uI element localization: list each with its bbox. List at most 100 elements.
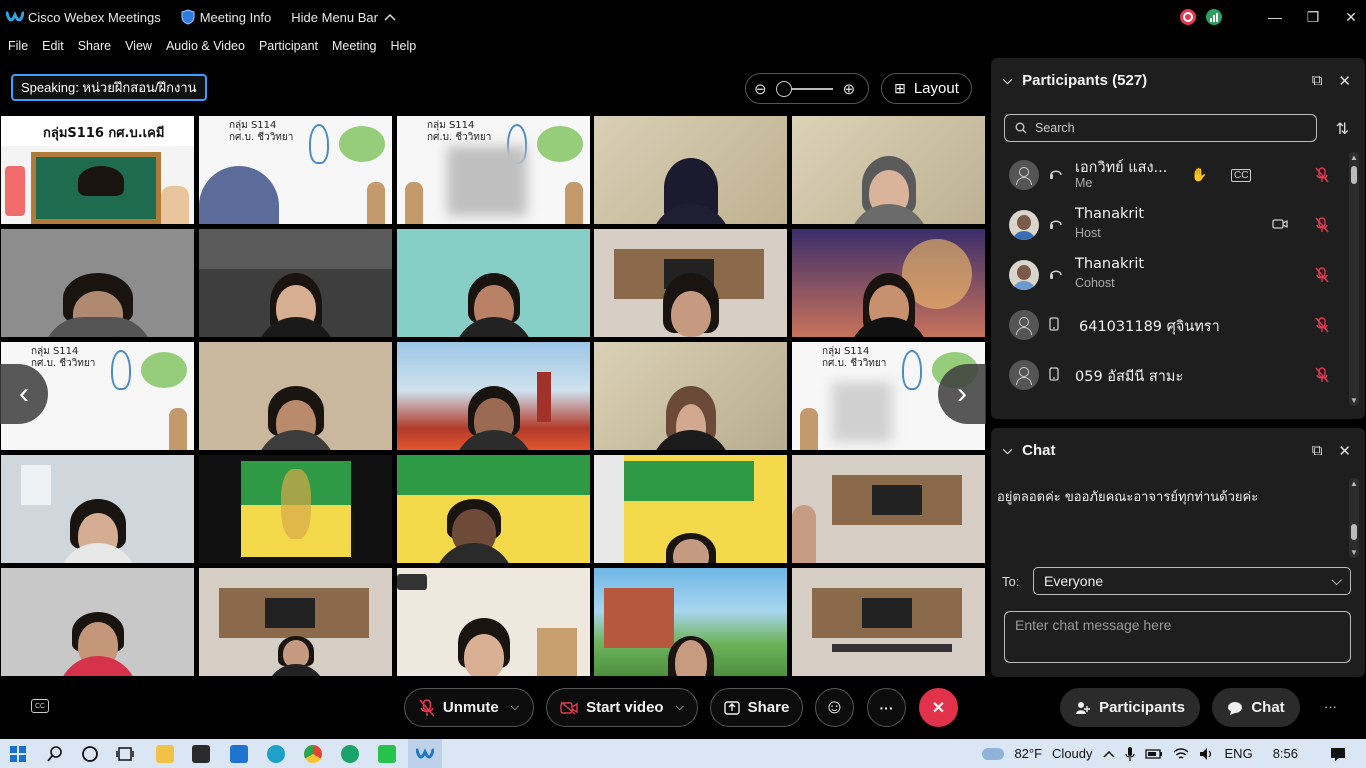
video-tile[interactable] bbox=[397, 342, 590, 450]
chat-header[interactable]: ⌵ Chat bbox=[1003, 442, 1055, 459]
chat-message-input[interactable]: Enter chat message here bbox=[1004, 611, 1351, 663]
video-tile[interactable] bbox=[792, 229, 985, 337]
mail-icon[interactable] bbox=[230, 745, 248, 763]
video-tile[interactable] bbox=[594, 229, 787, 337]
connection-stats-icon[interactable] bbox=[1206, 9, 1222, 25]
microphone-icon[interactable] bbox=[1124, 746, 1135, 762]
participant-row[interactable]: Thanakrit Host bbox=[991, 200, 1351, 250]
video-camera-icon[interactable] bbox=[1272, 218, 1288, 233]
mic-muted-icon[interactable] bbox=[1315, 167, 1329, 183]
zoom-slider-knob[interactable] bbox=[776, 80, 793, 97]
video-tile[interactable] bbox=[397, 455, 590, 563]
close-window-button[interactable]: ✕ bbox=[1336, 0, 1366, 34]
video-tile[interactable] bbox=[1, 229, 194, 337]
video-tile[interactable]: กลุ่ม S114 กศ.บ. ชีววิทยา bbox=[397, 116, 590, 224]
zoom-slider[interactable] bbox=[776, 80, 833, 97]
video-tile[interactable] bbox=[594, 342, 787, 450]
menu-file[interactable]: File bbox=[8, 39, 28, 53]
restore-button[interactable]: ❐ bbox=[1298, 0, 1328, 34]
scrollbar-thumb[interactable] bbox=[1351, 166, 1357, 184]
video-tile[interactable] bbox=[792, 116, 985, 224]
menu-view[interactable]: View bbox=[125, 39, 152, 53]
video-tile[interactable] bbox=[199, 229, 392, 337]
overflow-menu-icon[interactable]: ··· bbox=[1324, 699, 1337, 714]
zoom-in-icon[interactable]: ⊕ bbox=[843, 80, 856, 98]
minimize-button[interactable]: — bbox=[1260, 0, 1290, 34]
video-tile[interactable] bbox=[792, 455, 985, 563]
participant-row[interactable]: 059 อัสมีนี สามะ bbox=[991, 350, 1351, 400]
search-icon[interactable] bbox=[46, 745, 64, 763]
start-video-button[interactable]: Start video ⌵ bbox=[546, 688, 698, 727]
zoom-out-icon[interactable]: ⊖ bbox=[754, 80, 767, 98]
participant-row[interactable]: 641031189 ศุจินทรา bbox=[991, 300, 1351, 350]
scroll-down-icon[interactable]: ▼ bbox=[1350, 396, 1358, 405]
video-tile[interactable] bbox=[1, 568, 194, 676]
more-options-button[interactable]: ··· bbox=[867, 688, 906, 727]
scroll-up-icon[interactable]: ▲ bbox=[1350, 479, 1358, 488]
chevron-down-icon[interactable]: ⌵ bbox=[676, 701, 684, 714]
popout-icon[interactable]: ⧉ bbox=[1312, 442, 1323, 460]
webex-meetings-taskbar-icon[interactable] bbox=[408, 739, 442, 768]
video-tile[interactable] bbox=[594, 568, 787, 676]
participants-toggle-button[interactable]: Participants bbox=[1060, 688, 1200, 727]
windows-start-icon[interactable] bbox=[10, 746, 26, 762]
language-indicator[interactable]: ENG bbox=[1225, 746, 1253, 761]
video-tile[interactable] bbox=[397, 229, 590, 337]
video-tile[interactable] bbox=[594, 116, 787, 224]
notifications-icon[interactable] bbox=[1330, 746, 1346, 762]
cortana-icon[interactable] bbox=[81, 745, 99, 763]
caption-icon[interactable]: CC bbox=[1231, 168, 1252, 182]
volume-icon[interactable] bbox=[1199, 747, 1215, 761]
task-view-icon[interactable] bbox=[116, 745, 134, 763]
close-icon[interactable]: ✕ bbox=[1338, 72, 1351, 90]
menu-participant[interactable]: Participant bbox=[259, 39, 318, 53]
weather-cloud-icon[interactable] bbox=[982, 747, 1005, 760]
meeting-info-button[interactable]: Meeting Info bbox=[181, 9, 271, 25]
chat-scrollbar[interactable]: ▲ ▼ bbox=[1349, 478, 1359, 558]
participant-row[interactable]: Thanakrit Cohost bbox=[991, 250, 1351, 300]
recipient-select[interactable]: Everyone ⌵ bbox=[1033, 567, 1351, 595]
sort-icon[interactable]: ⇅ bbox=[1336, 119, 1349, 139]
edge-icon[interactable] bbox=[267, 745, 285, 763]
menu-help[interactable]: Help bbox=[390, 39, 416, 53]
chevron-up-icon[interactable] bbox=[1102, 750, 1115, 758]
participants-header[interactable]: ⌵ Participants (527) bbox=[1003, 72, 1147, 89]
raise-hand-icon[interactable]: ✋ bbox=[1191, 167, 1207, 183]
chrome-icon[interactable] bbox=[304, 745, 322, 763]
weather-temperature[interactable]: 82°F bbox=[1014, 746, 1042, 761]
weather-condition[interactable]: Cloudy bbox=[1052, 746, 1092, 761]
video-tile[interactable] bbox=[594, 455, 787, 563]
wifi-icon[interactable] bbox=[1173, 747, 1189, 761]
closed-captions-icon[interactable]: CC bbox=[31, 699, 49, 713]
hide-menu-bar-button[interactable]: Hide Menu Bar bbox=[291, 10, 396, 25]
video-tile[interactable] bbox=[397, 568, 590, 676]
unmute-button[interactable]: Unmute ⌵ bbox=[404, 688, 534, 727]
participant-row[interactable]: เอกวิทย์ แสง... Me ✋ CC bbox=[991, 150, 1351, 200]
mic-muted-icon[interactable] bbox=[1315, 267, 1329, 283]
clock[interactable]: 8:56 bbox=[1273, 746, 1298, 761]
line-app-icon[interactable] bbox=[378, 745, 396, 763]
battery-icon[interactable] bbox=[1144, 748, 1163, 759]
menu-share[interactable]: Share bbox=[78, 39, 111, 53]
menu-audio-video[interactable]: Audio & Video bbox=[166, 39, 245, 53]
video-tile[interactable]: กลุ่ม S114 กศ.บ. ชีววิทยา bbox=[199, 116, 392, 224]
chat-toggle-button[interactable]: Chat bbox=[1212, 688, 1300, 727]
leave-meeting-button[interactable]: ✕ bbox=[919, 688, 958, 727]
scroll-down-icon[interactable]: ▼ bbox=[1350, 548, 1358, 557]
mic-muted-icon[interactable] bbox=[1315, 367, 1329, 383]
menu-edit[interactable]: Edit bbox=[42, 39, 64, 53]
collapse-chevron-icon[interactable]: ⌵ bbox=[1003, 73, 1012, 88]
menu-meeting[interactable]: Meeting bbox=[332, 39, 376, 53]
popout-icon[interactable]: ⧉ bbox=[1312, 72, 1323, 90]
mic-muted-icon[interactable] bbox=[1315, 317, 1329, 333]
store-icon[interactable] bbox=[192, 745, 210, 763]
video-tile[interactable] bbox=[199, 455, 392, 563]
close-icon[interactable]: ✕ bbox=[1338, 442, 1351, 460]
reactions-button[interactable]: ☺ bbox=[815, 688, 854, 727]
layout-button[interactable]: ⊞ Layout bbox=[881, 73, 972, 104]
video-tile[interactable] bbox=[199, 568, 392, 676]
video-tile[interactable] bbox=[792, 568, 985, 676]
video-tile[interactable]: กลุ่มS116 กศ.บ.เคมี bbox=[1, 116, 194, 224]
webex-app-icon[interactable] bbox=[341, 745, 359, 763]
video-tile[interactable] bbox=[1, 455, 194, 563]
